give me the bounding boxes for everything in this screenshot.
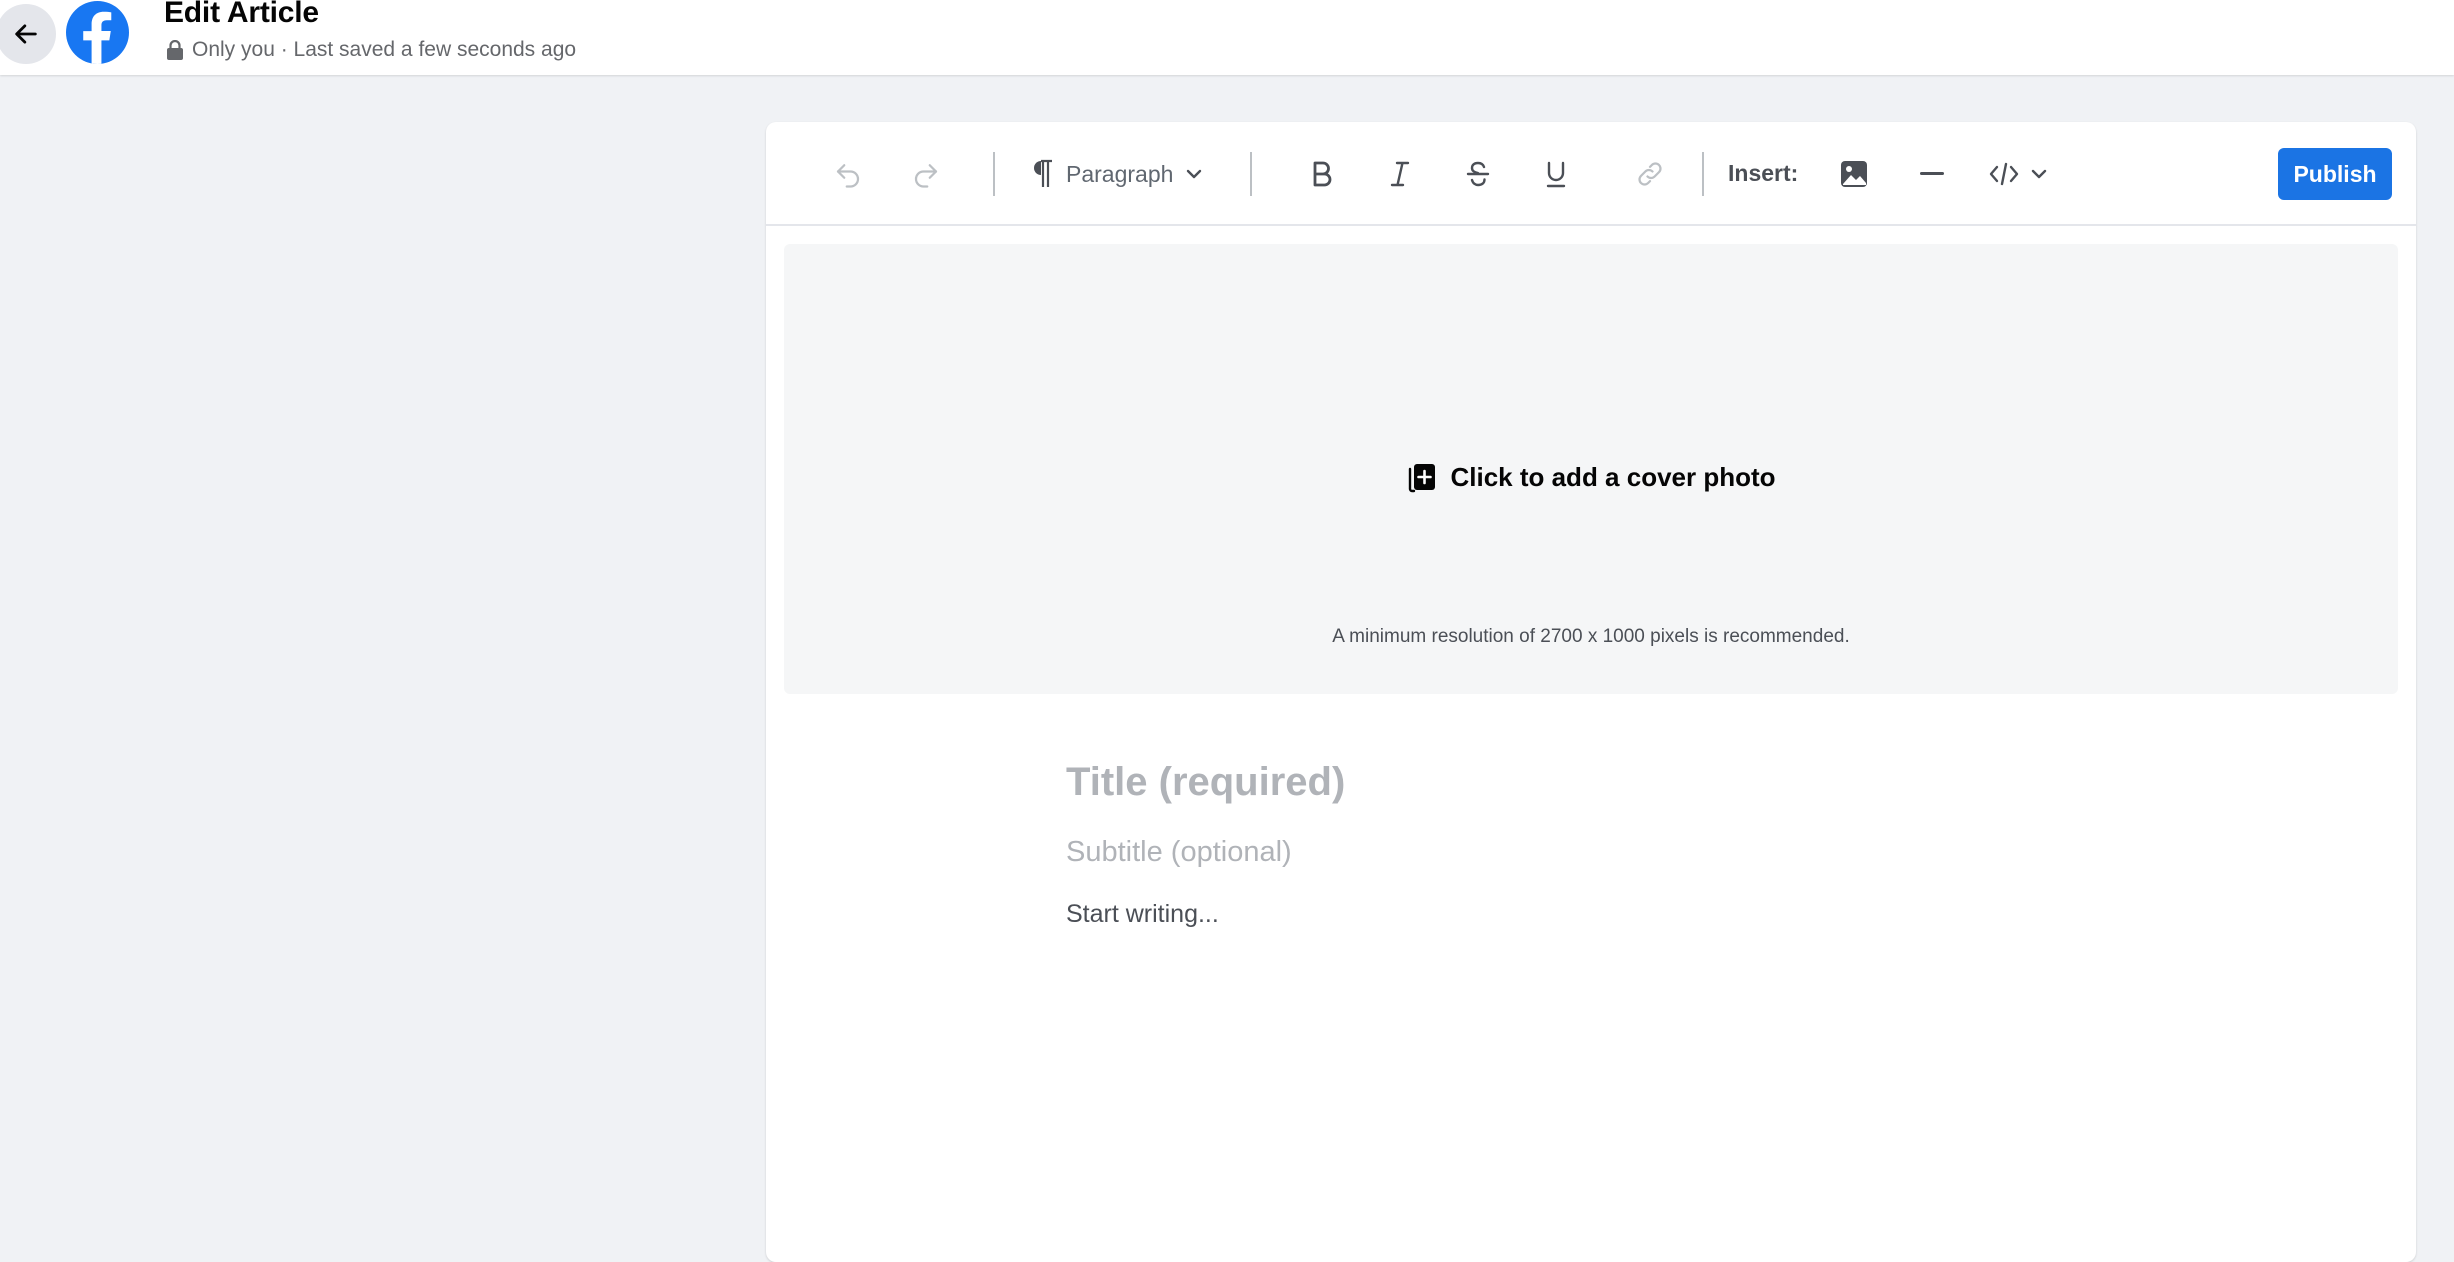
editor-toolbar: Paragraph Insert: Publish: [766, 122, 2416, 226]
top-bar: Edit Article Only you · Last saved a few…: [0, 0, 2454, 75]
image-icon: [1841, 161, 1867, 187]
chevron-down-icon: [1187, 169, 1202, 179]
insert-image-button[interactable]: [1832, 152, 1876, 196]
publish-button[interactable]: Publish: [2278, 148, 2392, 200]
insert-label: Insert:: [1728, 160, 1799, 186]
arrow-left-icon: [15, 24, 37, 44]
undo-button[interactable]: [826, 152, 870, 196]
page-title: Edit Article: [164, 0, 319, 29]
bold-icon: [1313, 161, 1332, 187]
body-input[interactable]: Start writing...: [1066, 900, 1219, 929]
facebook-logo-icon[interactable]: [66, 1, 129, 64]
link-button[interactable]: [1628, 152, 1672, 196]
strikethrough-button[interactable]: [1456, 152, 1500, 196]
redo-button[interactable]: [904, 152, 948, 196]
link-icon: [1638, 162, 1662, 186]
block-style-value: Paragraph: [1066, 160, 1174, 187]
insert-divider-button[interactable]: [1910, 152, 1954, 196]
cover-photo-label: Click to add a cover photo: [1450, 462, 1776, 492]
privacy-status-text: Only you · Last saved a few seconds ago: [192, 38, 577, 61]
paragraph-icon: [1034, 159, 1052, 187]
strikethrough-icon: [1466, 161, 1490, 187]
toolbar-divider: [993, 152, 995, 196]
block-style-dropdown[interactable]: Paragraph: [1032, 152, 1203, 196]
cover-photo-dropzone[interactable]: Click to add a cover photo A minimum res…: [784, 244, 2398, 694]
article-editor: Paragraph Insert: Publish Click to add a…: [766, 122, 2416, 1262]
underline-icon: [1546, 161, 1566, 188]
title-input[interactable]: Title (required): [1066, 760, 1345, 805]
divider-icon: [1920, 172, 1944, 175]
subtitle-input[interactable]: Subtitle (optional): [1066, 836, 1292, 869]
toolbar-divider: [1702, 152, 1704, 196]
embed-code-icon: [1989, 162, 2019, 186]
redo-icon: [914, 164, 938, 188]
chevron-down-icon: [2031, 169, 2047, 179]
insert-embed-dropdown[interactable]: [1988, 152, 2048, 196]
cover-photo-hint: A minimum resolution of 2700 x 1000 pixe…: [1332, 626, 1850, 647]
italic-button[interactable]: [1378, 152, 1422, 196]
privacy-status: Only you · Last saved a few seconds ago: [166, 38, 576, 62]
underline-button[interactable]: [1534, 152, 1578, 196]
lock-icon: [167, 40, 183, 60]
italic-icon: [1390, 161, 1410, 187]
undo-icon: [836, 164, 860, 188]
add-photo-icon: [1409, 463, 1436, 492]
back-button[interactable]: [0, 4, 56, 64]
bold-button[interactable]: [1300, 152, 1344, 196]
toolbar-divider: [1250, 152, 1252, 196]
cover-photo-prompt: Click to add a cover photo: [784, 462, 2398, 493]
